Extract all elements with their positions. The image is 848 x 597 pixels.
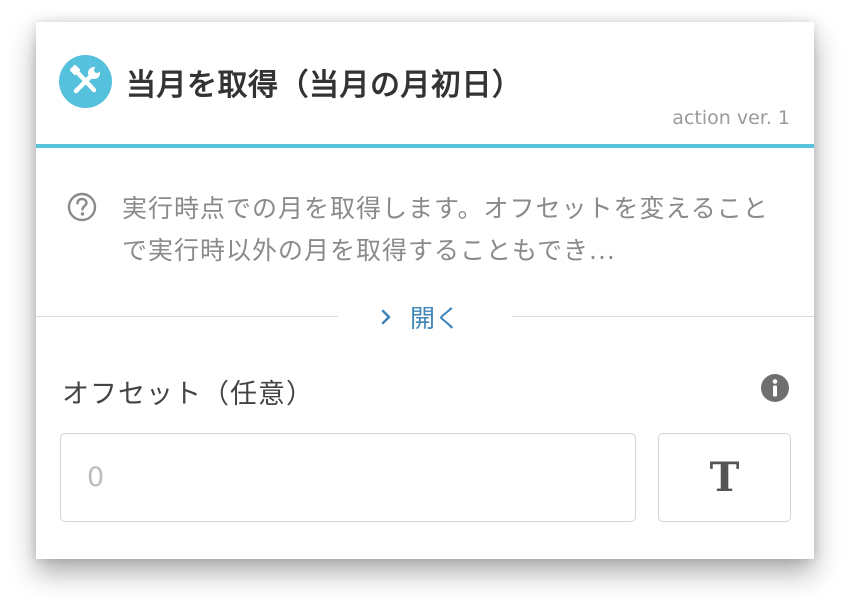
text-type-toggle-button[interactable]: T	[658, 433, 791, 522]
help-circle-icon	[67, 192, 97, 222]
tools-icon	[59, 55, 112, 108]
expand-label: 開く	[410, 304, 461, 333]
info-icon[interactable]	[759, 372, 791, 404]
action-title: 当月を取得（当月の月初日）	[126, 68, 523, 103]
action-panel: 当月を取得（当月の月初日） action ver. 1 実行時点での月を取得しま…	[36, 22, 814, 559]
chevron-right-icon	[381, 309, 391, 325]
divider	[36, 316, 338, 317]
text-type-icon: T	[709, 454, 740, 501]
panel-header: 当月を取得（当月の月初日） action ver. 1	[36, 22, 814, 148]
action-description: 実行時点での月を取得します。オフセットを変えることで実行時以外の月を取得すること…	[122, 194, 769, 265]
expand-description-button[interactable]: 開く	[376, 297, 460, 337]
offset-input[interactable]	[60, 433, 636, 522]
offset-field-label: オフセット（任意）	[62, 379, 314, 410]
divider	[512, 316, 814, 317]
version-label: action ver. 1	[672, 107, 790, 129]
